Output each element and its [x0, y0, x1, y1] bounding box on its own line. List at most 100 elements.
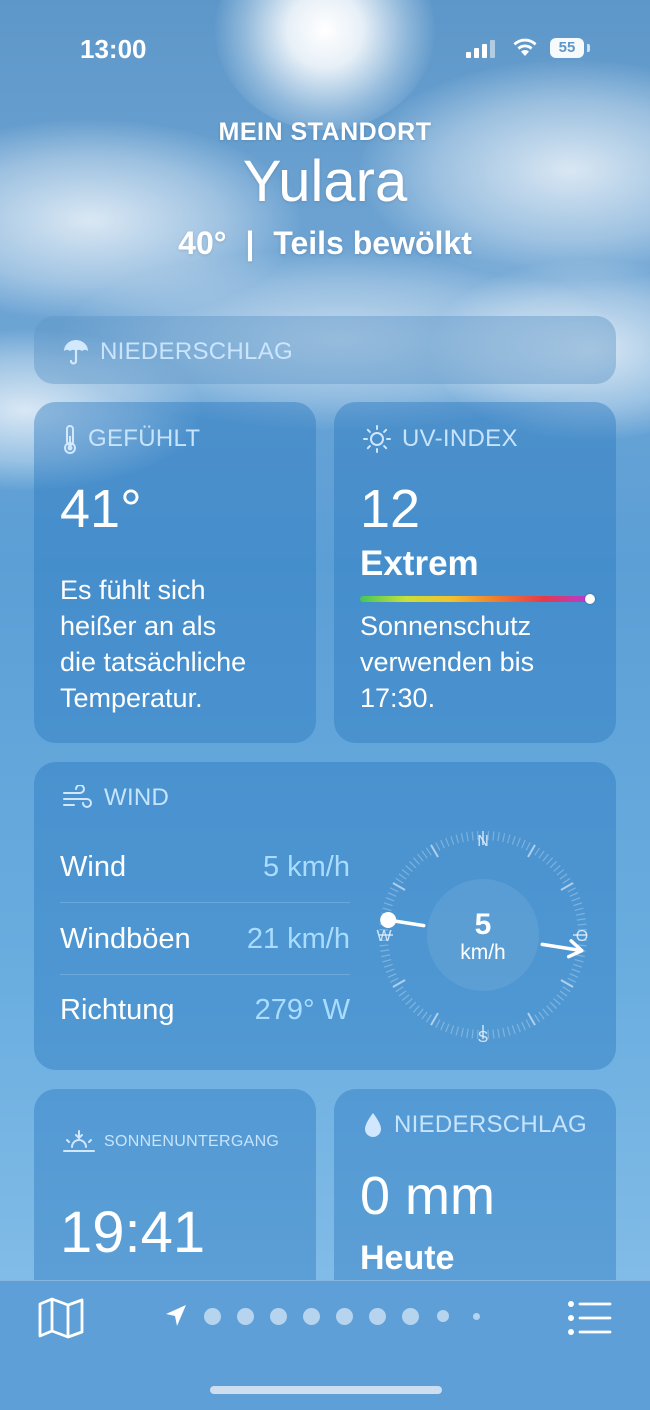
wind-row-speed: Wind 5 km/h: [60, 831, 350, 903]
compass-tick: [441, 1022, 445, 1030]
compass-tick: [467, 1029, 468, 1038]
compass-tick: [399, 991, 406, 996]
compass-tick: [384, 964, 393, 967]
compass-tick: [577, 919, 586, 920]
precipitation-period: Heute: [360, 1239, 454, 1278]
compass-tick: [528, 1013, 535, 1025]
cellular-signal-icon: [466, 40, 498, 58]
uv-index-label: UV-INDEX: [402, 425, 518, 453]
compass-tick: [422, 1012, 427, 1019]
page-dot[interactable]: [437, 1310, 449, 1322]
compass-tick: [388, 893, 396, 897]
compass-tick: [426, 848, 431, 856]
compass-tick: [467, 832, 468, 841]
precipitation-banner[interactable]: NIEDERSCHLAG: [34, 316, 616, 384]
compass-tick: [557, 870, 564, 876]
uv-index-description: Sonnenschutz verwenden bis 17:30.: [360, 608, 534, 716]
compass-tick: [381, 955, 390, 957]
page-dot[interactable]: [237, 1308, 254, 1325]
compass-west-label: W: [376, 928, 392, 945]
sun-icon: [362, 424, 392, 454]
umbrella-icon: [62, 338, 90, 366]
compass-tick: [409, 861, 415, 867]
compass-tick: [563, 878, 571, 883]
compass-tick: [393, 980, 405, 987]
compass-tick: [396, 878, 404, 883]
location-arrow-icon[interactable]: [162, 1302, 190, 1330]
compass-tick: [522, 840, 526, 848]
compass-tick: [561, 883, 573, 890]
compass-tick: [572, 969, 580, 972]
sunset-icon: [62, 1129, 96, 1155]
compass-tick: [493, 1029, 494, 1038]
compass-tick: [451, 836, 454, 845]
feels-like-description-line: die tatsächliche: [60, 644, 246, 680]
compass-tick: [399, 874, 406, 879]
compass-south-label: S: [478, 1029, 489, 1046]
compass-tick: [456, 835, 458, 844]
page-dot[interactable]: [336, 1308, 353, 1325]
compass-tick: [386, 898, 394, 901]
compass-tick: [526, 1020, 530, 1028]
page-dot[interactable]: [270, 1308, 287, 1325]
compass-tick: [390, 978, 398, 982]
wind-row-label: Wind: [60, 851, 126, 884]
feels-like-value: 41°: [60, 478, 142, 540]
compass-tick: [539, 851, 544, 858]
compass-tick: [384, 903, 393, 906]
wind-row-value: 279° W: [255, 994, 350, 1027]
compass-tick: [380, 945, 389, 946]
compass-tick: [547, 1006, 553, 1013]
compass-tick: [508, 1027, 510, 1036]
compass-tick: [390, 888, 398, 892]
compass-tick: [426, 1015, 431, 1023]
city-name: Yulara: [0, 151, 650, 213]
wind-card[interactable]: WIND Wind 5 km/h Windböen 21 km/h Richtu…: [34, 762, 616, 1070]
compass-tick: [451, 1025, 454, 1034]
compass-tick: [554, 865, 561, 871]
uv-index-value: 12: [360, 478, 420, 540]
precipitation-value: 0 mm: [360, 1165, 495, 1227]
compass-tick: [472, 1029, 473, 1038]
battery-icon: 55: [550, 38, 584, 58]
compass-tick: [576, 913, 585, 915]
uv-index-card[interactable]: UV-INDEX 12 Extrem Sonnenschutz verwende…: [334, 402, 616, 743]
uv-index-level: Extrem: [360, 544, 479, 584]
compass-tick: [472, 832, 473, 841]
conditions-separator: |: [245, 225, 254, 261]
current-conditions: 40° | Teils bewölkt: [0, 225, 650, 262]
compass-tick: [543, 854, 549, 861]
compass-tick: [560, 991, 567, 996]
compass-tick: [493, 832, 494, 841]
wind-row-direction: Richtung 279° W: [60, 974, 350, 1045]
page-dot[interactable]: [473, 1313, 480, 1320]
compass-tick: [461, 833, 463, 842]
compass-tick: [413, 1006, 419, 1013]
compass-tick: [563, 987, 571, 992]
compass-tick: [406, 865, 413, 871]
wind-row-value: 21 km/h: [247, 923, 350, 956]
compass-tick: [550, 1002, 556, 1008]
precipitation-title: NIEDERSCHLAG: [362, 1111, 587, 1139]
home-indicator[interactable]: [210, 1386, 442, 1394]
drop-icon: [362, 1111, 384, 1139]
compass-tick: [543, 1009, 549, 1016]
compass-tick: [402, 995, 409, 1001]
compass-tick: [512, 1025, 515, 1034]
compass-tick: [422, 851, 427, 858]
page-dot[interactable]: [204, 1308, 221, 1325]
compass-tick: [535, 1015, 540, 1023]
feels-like-card[interactable]: GEFÜHLT 41° Es fühlt sich heißer an als …: [34, 402, 316, 743]
compass-tick: [441, 840, 445, 848]
compass-tick: [386, 969, 394, 972]
compass-tick: [396, 987, 404, 992]
compass-tick: [517, 1024, 520, 1032]
compass-unit: km/h: [460, 941, 506, 964]
page-dot[interactable]: [303, 1308, 320, 1325]
compass-tick: [554, 999, 561, 1005]
list-icon[interactable]: [566, 1298, 614, 1338]
page-dot[interactable]: [369, 1308, 386, 1325]
map-icon[interactable]: [36, 1296, 86, 1340]
compass-tick: [560, 874, 567, 879]
page-dot[interactable]: [402, 1308, 419, 1325]
